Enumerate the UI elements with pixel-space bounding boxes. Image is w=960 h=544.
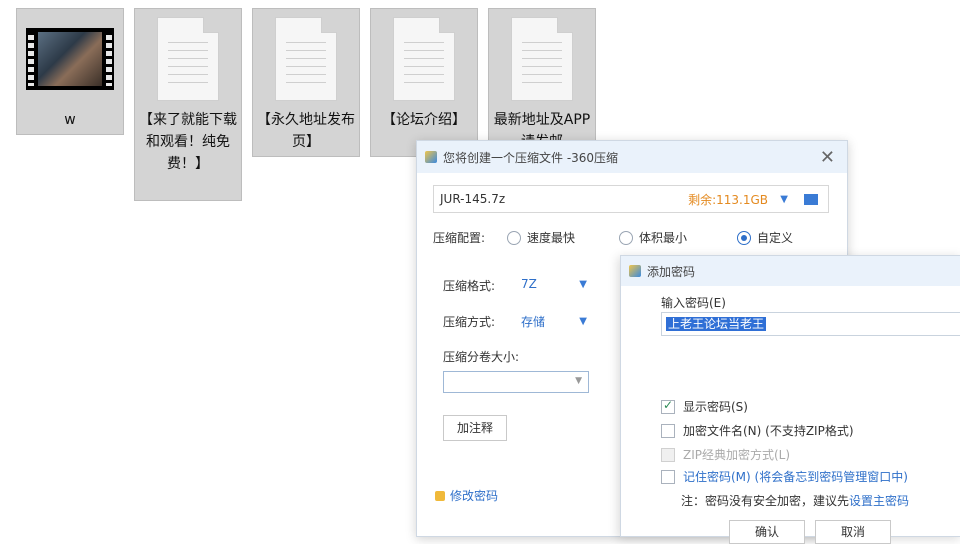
encrypt-names-label: 加密文件名(N) (不支持ZIP格式) <box>683 424 854 438</box>
chevron-down-icon: ▼ <box>579 278 587 290</box>
show-password-label: 显示密码(S) <box>683 400 748 414</box>
option-smallest[interactable]: 体积最小 <box>619 229 687 246</box>
password-input[interactable]: 上老王论坛当老王 <box>661 312 960 336</box>
encrypt-names-checkbox[interactable] <box>661 423 675 438</box>
remember-password-label: 记住密码(M) (将会备忘到密码管理窗口中) <box>683 470 908 484</box>
radio-fastest[interactable] <box>507 230 521 245</box>
file-doc-forum-intro[interactable]: 【论坛介绍】 <box>370 8 478 157</box>
chevron-down-icon: ▼ <box>575 376 582 386</box>
format-value: 7Z <box>521 277 537 291</box>
remember-password-checkbox[interactable] <box>661 469 675 484</box>
password-dialog-titlebar: 添加密码 <box>621 256 960 286</box>
archive-path-field[interactable]: JUR-145.7z 剩余:113.1GB ▼ <box>433 185 829 213</box>
password-input-label: 输入密码(E) <box>661 296 726 310</box>
file-label: 【永久地址发布页】 <box>257 112 355 150</box>
file-doc-free-download[interactable]: 【来了就能下载和观看！纯免费！】 <box>134 8 242 201</box>
text-document-icon <box>157 17 219 101</box>
lock-icon <box>435 490 445 501</box>
360zip-logo-icon <box>629 265 641 277</box>
show-password-option[interactable]: 显示密码(S) <box>661 398 748 415</box>
text-document-icon <box>511 17 573 101</box>
option-custom-label: 自定义 <box>757 231 794 245</box>
archive-filename: JUR-145.7z <box>440 192 506 206</box>
method-value: 存储 <box>521 315 546 329</box>
zip-classic-option: ZIP经典加密方式(L) <box>661 446 790 463</box>
method-label: 压缩方式: <box>443 315 496 329</box>
set-master-password-link[interactable]: 设置主密码 <box>849 492 909 509</box>
show-password-checkbox[interactable] <box>661 398 675 414</box>
option-smallest-label: 体积最小 <box>639 231 688 245</box>
text-document-icon <box>275 17 337 101</box>
path-dropdown-icon[interactable]: ▼ <box>780 194 788 205</box>
method-select[interactable]: 存储 ▼ <box>521 313 587 330</box>
file-video-w[interactable]: w <box>16 8 124 135</box>
radio-smallest[interactable] <box>619 230 633 245</box>
format-select[interactable]: 7Z ▼ <box>521 277 587 291</box>
security-note: 注：密码没有安全加密，建议先 <box>681 494 850 508</box>
file-doc-latest-address[interactable]: 最新地址及APP请发邮 <box>488 8 596 157</box>
video-thumbnail-icon <box>26 28 114 90</box>
compress-dialog-title: 您将创建一个压缩文件 -360压缩 <box>443 150 619 165</box>
compress-dialog-titlebar: 您将创建一个压缩文件 -360压缩 <box>417 141 847 173</box>
change-password-link[interactable]: 修改密码 <box>435 487 498 504</box>
split-size-select[interactable]: ▼ <box>443 371 589 393</box>
360zip-logo-icon <box>425 151 437 163</box>
zip-classic-checkbox <box>661 447 675 462</box>
ok-button[interactable]: 确认 <box>729 520 805 544</box>
radio-custom[interactable] <box>737 230 751 245</box>
free-space-label: 剩余:113.1GB <box>688 192 768 207</box>
change-password-label: 修改密码 <box>450 489 499 503</box>
cancel-button[interactable]: 取消 <box>815 520 891 544</box>
format-label: 压缩格式: <box>443 279 496 293</box>
chevron-down-icon: ▼ <box>579 316 587 327</box>
add-password-dialog: 添加密码 输入密码(E) 上老王论坛当老王 显示密码(S) 加密文件名(N) (… <box>620 255 960 544</box>
option-fastest-label: 速度最快 <box>527 231 576 245</box>
remember-password-option[interactable]: 记住密码(M) (将会备忘到密码管理窗口中) <box>661 468 908 485</box>
encrypt-names-option[interactable]: 加密文件名(N) (不支持ZIP格式) <box>661 422 854 439</box>
file-label: w <box>64 112 76 128</box>
password-dialog-title: 添加密码 <box>647 264 696 279</box>
option-fastest[interactable]: 速度最快 <box>507 229 575 246</box>
zip-classic-label: ZIP经典加密方式(L) <box>683 448 791 462</box>
add-comment-button[interactable]: 加注释 <box>443 415 507 441</box>
option-custom[interactable]: 自定义 <box>737 229 793 246</box>
text-document-icon <box>393 17 455 101</box>
file-label: 【论坛介绍】 <box>382 112 466 128</box>
close-icon[interactable]: ✕ <box>820 147 835 168</box>
split-size-label: 压缩分卷大小: <box>443 350 520 364</box>
password-value: 上老王论坛当老王 <box>666 317 767 331</box>
file-label: 【来了就能下载和观看！纯免费！】 <box>139 112 237 172</box>
browse-folder-icon[interactable] <box>804 194 818 205</box>
file-doc-permanent-address[interactable]: 【永久地址发布页】 <box>252 8 360 157</box>
compress-config-label: 压缩配置: <box>433 231 486 245</box>
